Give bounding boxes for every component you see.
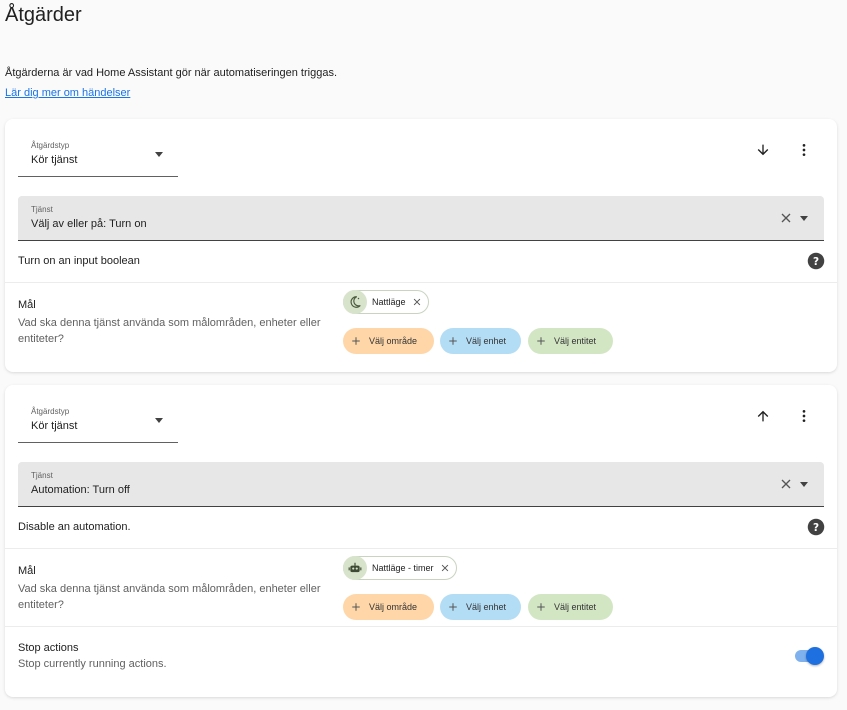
caret-down-icon[interactable] <box>800 216 808 221</box>
entity-chip-label: Nattläge - timer <box>372 563 434 573</box>
action-type-label: Åtgärdstyp <box>31 407 70 416</box>
divider <box>5 626 837 627</box>
target-title: Mål <box>18 299 36 311</box>
move-down-button[interactable] <box>751 138 775 162</box>
stop-actions-toggle[interactable] <box>794 647 824 665</box>
overflow-menu-button[interactable] <box>792 404 816 428</box>
plus-icon <box>537 603 545 611</box>
add-entity-button[interactable]: Välj entitet <box>528 594 613 620</box>
caret-down-icon <box>155 152 163 157</box>
add-device-label: Välj enhet <box>466 602 507 612</box>
action-type-select[interactable]: Åtgärdstyp Kör tjänst <box>18 135 178 177</box>
robot-icon <box>348 562 362 573</box>
add-area-button[interactable]: Välj område <box>343 594 434 620</box>
add-entity-label: Välj entitet <box>554 602 597 612</box>
service-value: Automation: Turn off <box>31 484 130 496</box>
target-description: Vad ska denna tjänst använda som målområ… <box>18 583 321 611</box>
target-title: Mål <box>18 565 36 577</box>
help-icon[interactable]: ? <box>807 518 825 536</box>
add-device-label: Välj enhet <box>466 336 507 346</box>
dots-vertical-icon <box>802 144 806 156</box>
divider <box>5 282 837 283</box>
help-icon[interactable]: ? <box>807 252 825 270</box>
service-value: Välj av eller på: Turn on <box>31 218 147 230</box>
divider <box>5 548 837 549</box>
learn-more-link[interactable]: Lär dig mer om händelser <box>5 87 130 99</box>
service-picker[interactable]: Tjänst Automation: Turn off <box>18 462 824 507</box>
service-label: Tjänst <box>31 471 53 480</box>
caret-down-icon[interactable] <box>800 482 808 487</box>
entity-chip-label: Nattläge <box>372 297 406 307</box>
target-description: Vad ska denna tjänst använda som målområ… <box>18 317 321 345</box>
action-type-select[interactable]: Åtgärdstyp Kör tjänst <box>18 401 178 443</box>
entity-chip[interactable]: Nattläge <box>343 290 429 314</box>
plus-icon <box>352 337 360 345</box>
stop-actions-description: Stop currently running actions. <box>18 658 167 670</box>
service-label: Tjänst <box>31 205 53 214</box>
add-entity-label: Välj entitet <box>554 336 597 346</box>
remove-chip-icon[interactable] <box>440 563 450 573</box>
overflow-menu-button[interactable] <box>792 138 816 162</box>
move-up-button[interactable] <box>751 404 775 428</box>
plus-icon <box>449 337 457 345</box>
action-type-value: Kör tjänst <box>31 154 78 166</box>
caret-down-icon <box>155 418 163 423</box>
intro-text: Åtgärderna är vad Home Assistant gör när… <box>5 67 338 79</box>
action-card-2: Åtgärdstyp Kör tjänst Tjänst Automation:… <box>5 385 837 697</box>
stop-actions-title: Stop actions <box>18 642 79 654</box>
add-area-button[interactable]: Välj område <box>343 328 434 354</box>
arrow-up-icon <box>757 410 769 422</box>
add-device-button[interactable]: Välj enhet <box>440 328 521 354</box>
clear-icon[interactable] <box>778 210 794 226</box>
toggle-knob <box>806 647 824 665</box>
service-description: Turn on an input boolean <box>18 255 140 267</box>
clear-icon[interactable] <box>778 476 794 492</box>
service-description: Disable an automation. <box>18 521 131 533</box>
action-card-1: Åtgärdstyp Kör tjänst Tjänst Välj av ell… <box>5 119 837 372</box>
add-entity-button[interactable]: Välj entitet <box>528 328 613 354</box>
entity-chip[interactable]: Nattläge - timer <box>343 556 457 580</box>
svg-text:?: ? <box>813 256 819 268</box>
add-device-button[interactable]: Välj enhet <box>440 594 521 620</box>
action-type-value: Kör tjänst <box>31 420 78 432</box>
add-area-label: Välj område <box>369 602 418 612</box>
dots-vertical-icon <box>802 410 806 422</box>
moon-icon <box>350 296 361 308</box>
remove-chip-icon[interactable] <box>412 297 422 307</box>
action-type-label: Åtgärdstyp <box>31 141 70 150</box>
service-picker[interactable]: Tjänst Välj av eller på: Turn on <box>18 196 824 241</box>
plus-icon <box>449 603 457 611</box>
plus-icon <box>537 337 545 345</box>
page-title: Åtgärder <box>5 4 82 26</box>
arrow-down-icon <box>757 144 769 156</box>
add-area-label: Välj område <box>369 336 418 346</box>
chip-avatar <box>343 556 367 580</box>
chip-avatar <box>343 290 367 314</box>
plus-icon <box>352 603 360 611</box>
svg-text:?: ? <box>813 522 819 534</box>
